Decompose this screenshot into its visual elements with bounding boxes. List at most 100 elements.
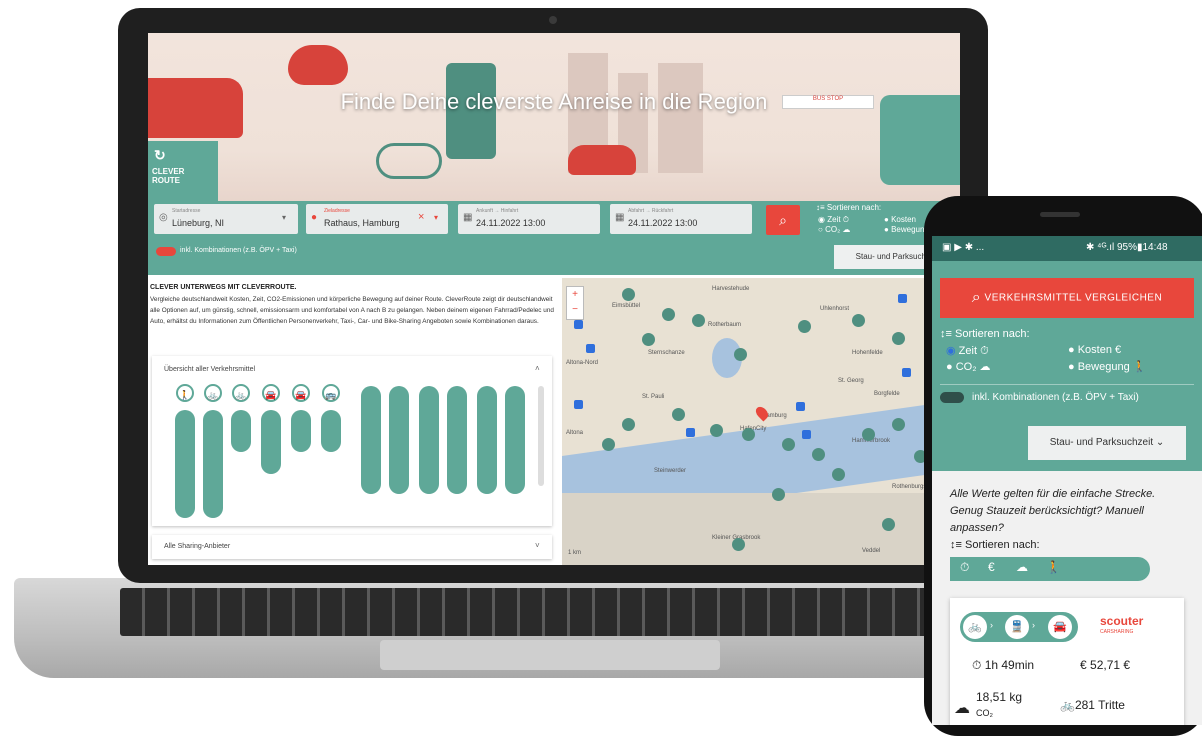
sort-move-radio[interactable]: ● Bewegung — [884, 225, 929, 234]
map-zoom-controls[interactable]: + − — [566, 286, 584, 320]
arrival-value: 24.11.2022 13:00 — [476, 218, 546, 228]
destination-value: Rathaus, Hamburg — [324, 218, 400, 228]
transport-mode-icon[interactable]: 🚌 — [322, 384, 340, 402]
laptop-screen: BUS STOP Finde Deine cleverste Anreise i… — [148, 33, 960, 565]
bike-station-icon[interactable] — [782, 438, 795, 451]
transport-chain[interactable] — [505, 386, 525, 494]
status-right: ✱ ⁴ᴳ.ıl 95%▮14:48 — [1086, 242, 1168, 253]
euro-icon: € — [1115, 344, 1122, 356]
bike-station-icon[interactable] — [832, 468, 845, 481]
transport-chain[interactable] — [291, 410, 311, 452]
bike-station-icon[interactable] — [798, 320, 811, 333]
mobile-sort-time-radio[interactable]: ◉ Zeit ⏱ — [946, 344, 989, 358]
clear-icon[interactable]: × — [418, 211, 424, 223]
bike-station-icon[interactable] — [692, 314, 705, 327]
search-icon: ⌕ — [779, 212, 787, 228]
bike-station-icon[interactable] — [622, 418, 635, 431]
mobile-sort-cost-radio[interactable]: ● Kosten € — [1068, 344, 1121, 356]
transport-chain[interactable] — [203, 410, 223, 518]
transit-stop-icon[interactable] — [686, 428, 695, 437]
bike-station-icon[interactable] — [772, 488, 785, 501]
bike-station-icon[interactable] — [852, 314, 865, 327]
cleverroute-logo: ↻ CLEVER ROUTE — [148, 141, 218, 201]
bike-station-icon[interactable] — [734, 348, 747, 361]
transport-mode-icon[interactable]: 🚘 — [262, 384, 280, 402]
search-button[interactable]: ⌕ — [766, 205, 800, 235]
transport-mode-icon[interactable]: 🚶 — [176, 384, 194, 402]
sharing-accordion[interactable]: Alle Sharing-Anbieter ˅ — [152, 535, 552, 559]
transport-chain[interactable] — [261, 410, 281, 474]
transport-chain[interactable] — [231, 410, 251, 452]
start-address-field[interactable]: ◎ Startadresse Lüneburg, NI ▾ — [154, 204, 298, 234]
route-result-card[interactable]: 🚲 › 🚆 › 🚘 scouter CARSHARING ⏱ 1h 49min … — [950, 598, 1184, 725]
car-icon: 🚘 — [1048, 615, 1072, 639]
bike-station-icon[interactable] — [812, 448, 825, 461]
transport-chain[interactable] — [175, 410, 195, 518]
zoom-out-button[interactable]: − — [567, 302, 583, 317]
bike-station-icon[interactable] — [710, 424, 723, 437]
bike-station-icon[interactable] — [662, 308, 675, 321]
zoom-in-button[interactable]: + — [567, 287, 583, 302]
mobile-sort-move-radio[interactable]: ● Bewegung 🚶 — [1068, 360, 1146, 373]
logo-icon: ↻ — [154, 147, 166, 163]
calendar-icon: ▦ — [463, 212, 473, 223]
destination-label: Zieladresse — [324, 208, 350, 214]
arrow-right-icon: › — [1032, 620, 1035, 630]
departure-date-field[interactable]: ▦ Abfahrt → Rückfahrt 24.11.2022 13:00 — [610, 204, 752, 234]
sort-move-chip[interactable]: 🚶 — [1046, 560, 1061, 574]
transport-mode-icon[interactable]: 🚲 — [204, 384, 222, 402]
transport-mode-icon[interactable]: 🚘 — [292, 384, 310, 402]
transit-stop-icon[interactable] — [586, 344, 595, 353]
transport-chain[interactable] — [447, 386, 467, 494]
mobile-combination-toggle[interactable] — [940, 392, 964, 403]
transport-chain[interactable] — [419, 386, 439, 494]
transit-stop-icon[interactable] — [796, 402, 805, 411]
bike-station-icon[interactable] — [642, 333, 655, 346]
status-bar: ▣ ▶ ✱ ... ✱ ⁴ᴳ.ıl 95%▮14:48 — [932, 236, 1202, 261]
bike-station-icon[interactable] — [622, 288, 635, 301]
destination-field[interactable]: ● Zieladresse Rathaus, Hamburg × ▾ — [306, 204, 448, 234]
transport-chain[interactable] — [477, 386, 497, 494]
bike-station-icon[interactable] — [732, 538, 745, 551]
sort-cost-chip[interactable]: € — [988, 560, 995, 574]
mobile-sort-co2-radio[interactable]: ● CO₂ ☁ — [946, 360, 991, 373]
transit-stop-icon[interactable] — [898, 294, 907, 303]
transit-stop-icon[interactable] — [902, 368, 911, 377]
route-map[interactable]: + − Eimsbüttel Harvestehude Uhlenhorst Roth… — [562, 278, 960, 565]
sort-time-chip[interactable]: ⏱ — [960, 560, 969, 575]
transit-stop-icon[interactable] — [574, 320, 583, 329]
transport-chain[interactable] — [389, 386, 409, 494]
bike-station-icon[interactable] — [602, 438, 615, 451]
harbor-area — [562, 493, 960, 565]
bike-station-icon[interactable] — [862, 428, 875, 441]
transport-mode-icon[interactable]: 🚲 — [232, 384, 250, 402]
duration: ⏱ 1h 49min — [972, 658, 1034, 673]
combination-toggle[interactable] — [156, 247, 176, 256]
sort-time-radio[interactable]: ◉ Zeit ⏱ — [818, 215, 849, 225]
bike-station-icon[interactable] — [892, 418, 905, 431]
sort-icon: ↕≡ — [950, 539, 965, 551]
cloud-icon: ☁ — [842, 225, 851, 234]
compare-transport-button[interactable]: ⌕ VERKEHRSMITTEL VERGLEICHEN — [940, 278, 1194, 318]
chevron-down-icon: ▾ — [282, 213, 287, 222]
bike-station-icon[interactable] — [672, 408, 685, 421]
stopwatch-icon: ⏱ — [972, 658, 985, 672]
arrival-date-field[interactable]: ▦ Ankunft → Hinfahrt 24.11.2022 13:00 — [458, 204, 600, 234]
sort-co2-radio[interactable]: ○ CO₂ ☁ — [818, 225, 850, 234]
transport-chain[interactable] — [321, 410, 341, 452]
phone-screen: ▣ ▶ ✱ ... ✱ ⁴ᴳ.ıl 95%▮14:48 ⌕ VERKEHRSMI… — [932, 236, 1202, 725]
transit-stop-icon[interactable] — [802, 430, 811, 439]
sort-co2-chip[interactable]: ☁ — [1016, 560, 1028, 574]
sort-cost-radio[interactable]: ● Kosten — [884, 215, 916, 224]
bike-station-icon[interactable] — [892, 332, 905, 345]
walking-icon: 🚶 — [1132, 361, 1147, 373]
hero-title: Finde Deine cleverste Anreise in die Reg… — [340, 89, 768, 114]
transport-chain[interactable] — [361, 386, 381, 494]
mobile-stau-button[interactable]: Stau- und Parksuchzeit ⌄ — [1028, 426, 1186, 460]
bike-station-icon[interactable] — [882, 518, 895, 531]
bike-station-icon[interactable] — [742, 428, 755, 441]
overview-scrollbar[interactable] — [538, 386, 544, 486]
transit-stop-icon[interactable] — [574, 400, 583, 409]
provider-name: scouter — [1100, 614, 1144, 628]
chevron-up-icon[interactable]: ˄ — [535, 364, 540, 373]
